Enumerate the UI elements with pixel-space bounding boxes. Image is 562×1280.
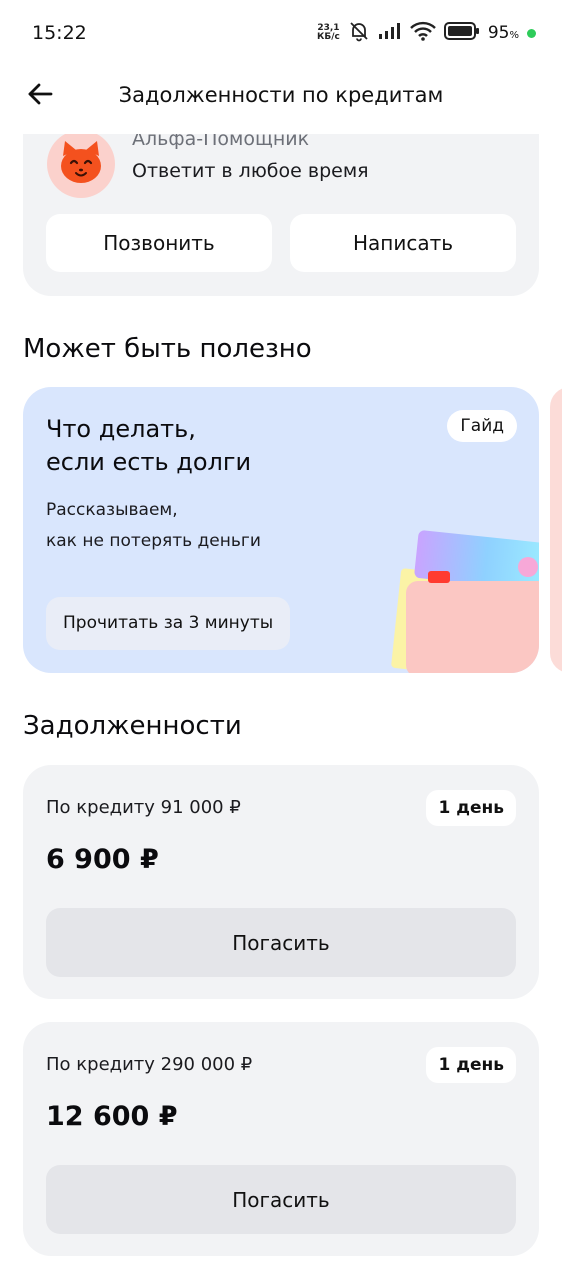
mute-bell-icon	[348, 20, 370, 46]
privacy-indicator-dot	[527, 28, 536, 38]
pay-button[interactable]: Погасить	[46, 908, 516, 977]
debt-label: По кредиту 290 000 ₽	[46, 1054, 253, 1075]
assistant-avatar	[47, 130, 115, 198]
status-bar: 15:22 23,1 КБ/с 95%	[0, 0, 562, 66]
clock: 15:22	[32, 22, 87, 44]
useful-section-title: Может быть полезно	[23, 334, 312, 364]
page-title: Задолженности по кредитам	[118, 83, 444, 107]
status-icons: 23,1 КБ/с 95%	[317, 20, 536, 46]
app-header: Задолженности по кредитам	[0, 66, 562, 134]
cat-face-icon	[57, 140, 105, 188]
call-button[interactable]: Позвонить	[46, 214, 272, 272]
wifi-icon	[409, 21, 436, 45]
app-screen: 15:22 23,1 КБ/с 95% Задолженности по кре…	[0, 0, 562, 1280]
guide-badge: Гайд	[447, 410, 517, 442]
days-badge: 1 день	[426, 1047, 516, 1083]
debt-card: По кредиту 91 000 ₽ 1 день 6 900 ₽ Погас…	[23, 765, 539, 999]
debt-amount: 12 600 ₽	[46, 1101, 178, 1132]
next-promo-card-peek[interactable]	[550, 387, 562, 673]
battery-percent: 95%	[487, 23, 519, 43]
debt-amount: 6 900 ₽	[46, 844, 159, 875]
debt-label: По кредиту 91 000 ₽	[46, 797, 241, 818]
signal-icon	[378, 23, 402, 43]
guide-title: Что делать, если есть долги	[46, 415, 252, 476]
debts-section-title: Задолженности	[23, 711, 242, 741]
guide-promo-card[interactable]: Что делать, если есть долги Гайд Рассказ…	[23, 387, 539, 673]
write-button[interactable]: Написать	[290, 214, 516, 272]
battery-icon	[443, 22, 480, 44]
days-badge: 1 день	[426, 790, 516, 826]
guide-description: Рассказываем, как не потерять деньги	[46, 500, 261, 551]
assistant-subtitle: Ответит в любое время	[132, 160, 369, 182]
read-guide-button[interactable]: Прочитать за 3 минуты	[46, 597, 291, 650]
network-speed: 23,1 КБ/с	[317, 23, 340, 42]
wallet-illustration	[388, 527, 539, 673]
debt-card: По кредиту 290 000 ₽ 1 день 12 600 ₽ Пог…	[23, 1022, 539, 1256]
pay-button[interactable]: Погасить	[46, 1165, 516, 1234]
